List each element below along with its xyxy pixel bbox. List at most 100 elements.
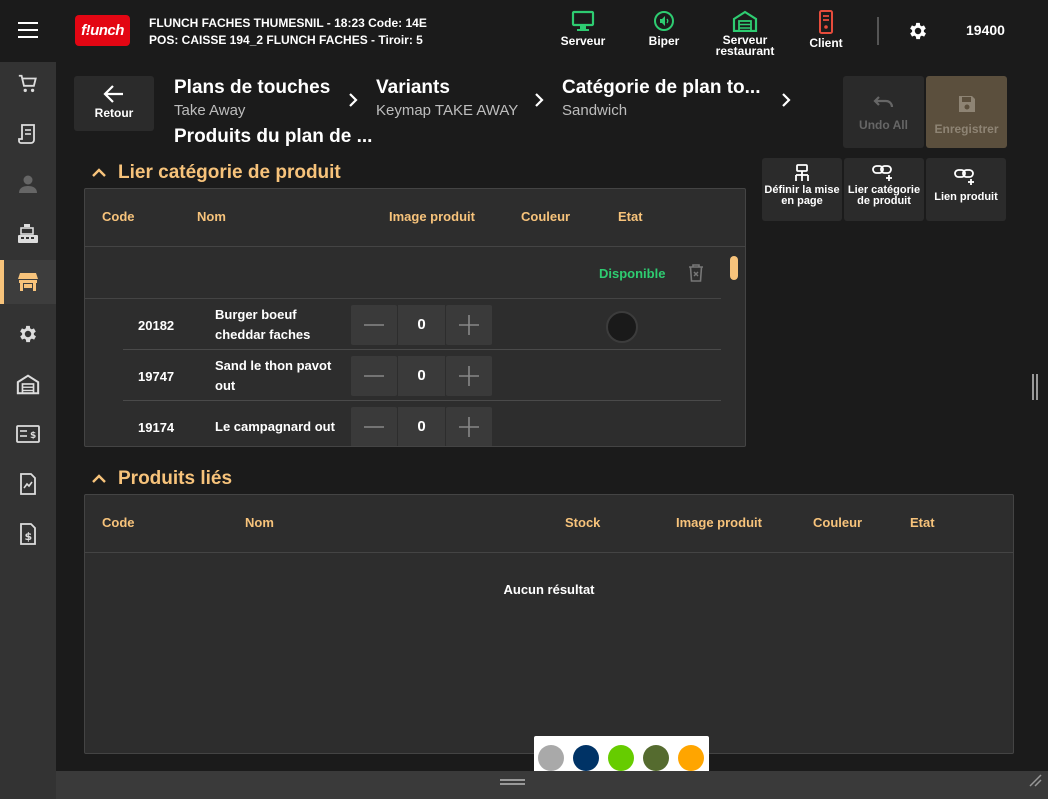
cash-register-icon — [18, 224, 38, 243]
plus-icon — [459, 315, 479, 335]
decrement-button[interactable] — [351, 356, 397, 396]
sidebar-item-warehouse[interactable] — [0, 362, 56, 406]
breadcrumb-title: Variants — [376, 77, 450, 98]
row-code: 19174 — [138, 420, 175, 435]
bottom-resize-handle[interactable] — [500, 779, 525, 785]
biper-label: Biper — [648, 34, 680, 48]
corner-resize-icon[interactable] — [1028, 773, 1042, 787]
sidebar: $ $ — [0, 62, 56, 799]
trash-icon[interactable] — [687, 263, 705, 283]
define-layout-button[interactable]: Définir la mise en page — [762, 158, 842, 221]
col-stock[interactable]: Stock — [565, 515, 600, 530]
quantity-stepper: 0 — [351, 356, 492, 396]
sidebar-item-receipt[interactable] — [0, 112, 56, 156]
col-couleur[interactable]: Couleur — [521, 209, 570, 224]
warehouse-icon — [732, 10, 758, 32]
scrollbar-thumb[interactable] — [730, 256, 738, 280]
col-etat[interactable]: Etat — [618, 209, 643, 224]
chevron-up-icon — [92, 168, 106, 177]
flunch-logo: f!unch — [75, 15, 130, 46]
chevron-right-icon — [535, 93, 544, 107]
app-root: f!unch FLUNCH FACHES THUMESNIL - 18:23 C… — [0, 0, 1048, 799]
undo-all-label: Undo All — [859, 118, 908, 132]
serveur-button[interactable]: Serveur — [558, 10, 608, 47]
table-row[interactable]: 19747 Sand le thon pavot out 0 — [123, 350, 721, 401]
link-product-button[interactable]: Lien produit — [926, 158, 1006, 221]
col-nom[interactable]: Nom — [245, 515, 274, 530]
linked-products-table: Code Nom Stock Image produit Couleur Eta… — [84, 494, 1014, 754]
col-etat[interactable]: Etat — [910, 515, 935, 530]
side-resize-handle[interactable] — [1032, 374, 1038, 400]
quantity-value[interactable]: 0 — [398, 407, 445, 446]
col-code[interactable]: Code — [102, 515, 135, 530]
col-image-produit[interactable]: Image produit — [676, 515, 762, 530]
color-swatch-navy[interactable] — [573, 745, 599, 771]
sidebar-item-payment[interactable]: $ — [0, 412, 56, 456]
color-swatch[interactable] — [606, 311, 638, 343]
group-status-badge: Disponible — [599, 266, 666, 281]
breadcrumb-title: Catégorie de plan to... — [562, 77, 761, 98]
sidebar-item-invoice[interactable]: $ — [0, 512, 56, 556]
header-divider — [85, 552, 1013, 553]
table-row[interactable]: 19174 Le campagnard out 0 — [123, 401, 721, 446]
section-link-category-toggle[interactable]: Lier catégorie de produit — [92, 162, 341, 184]
color-swatch-lime[interactable] — [608, 745, 634, 771]
breadcrumb-subtitle: Take Away — [174, 102, 246, 119]
minus-icon — [364, 375, 384, 377]
undo-all-button[interactable]: Undo All — [843, 76, 924, 148]
client-button[interactable]: Client — [805, 10, 847, 49]
breadcrumb-subtitle: Sandwich — [562, 102, 628, 119]
user-code: 19400 — [966, 22, 1005, 38]
breadcrumb-title: Plans de touches — [174, 77, 331, 98]
quantity-stepper: 0 — [351, 407, 492, 446]
link-product-label: Lien produit — [934, 191, 998, 203]
menu-icon[interactable] — [18, 22, 38, 38]
section-title: Lier catégorie de produit — [118, 162, 341, 183]
chevron-right-icon — [782, 93, 791, 107]
decrement-button[interactable] — [351, 305, 397, 345]
increment-button[interactable] — [446, 407, 492, 446]
link-category-table: Code Nom Image produit Couleur Etat Disp… — [84, 188, 746, 447]
sidebar-item-settings[interactable] — [0, 312, 56, 356]
breadcrumb-plans-de-touches[interactable]: Plans de touches Take Away — [174, 77, 330, 119]
store-icon — [18, 273, 38, 291]
table-row[interactable]: 20182 Burger boeuf cheddar faches 0 — [123, 299, 721, 350]
arrow-left-icon — [103, 85, 123, 103]
back-button[interactable]: Retour — [74, 76, 154, 131]
col-couleur[interactable]: Couleur — [813, 515, 862, 530]
sidebar-item-cash-register[interactable] — [0, 212, 56, 256]
biper-button[interactable]: Biper — [643, 10, 685, 47]
color-swatch-orange[interactable] — [678, 745, 704, 771]
increment-button[interactable] — [446, 305, 492, 345]
section-linked-products-toggle[interactable]: Produits liés — [92, 468, 232, 490]
color-swatch-olive[interactable] — [643, 745, 669, 771]
col-image-produit[interactable]: Image produit — [389, 209, 475, 224]
empty-message: Aucun résultat — [503, 582, 595, 597]
color-swatch-gray[interactable] — [538, 745, 564, 771]
sidebar-item-store[interactable] — [0, 260, 56, 304]
link-category-button[interactable]: Lier catégorie de produit — [844, 158, 924, 221]
breadcrumb-variants[interactable]: Variants Keymap TAKE AWAY — [376, 77, 518, 119]
quantity-value[interactable]: 0 — [398, 305, 445, 345]
breadcrumb-produits-du-plan[interactable]: Produits du plan de ... — [174, 126, 372, 148]
save-button[interactable]: Enregistrer — [926, 76, 1007, 148]
col-code[interactable]: Code — [102, 209, 135, 224]
quantity-value[interactable]: 0 — [398, 356, 445, 396]
col-nom[interactable]: Nom — [197, 209, 226, 224]
bottom-bar — [56, 771, 1048, 799]
svg-text:$: $ — [30, 431, 36, 441]
decrement-button[interactable] — [351, 407, 397, 446]
plus-icon — [459, 366, 479, 386]
sidebar-item-report[interactable] — [0, 462, 56, 506]
sidebar-item-cart[interactable] — [0, 62, 56, 106]
breadcrumb-categorie[interactable]: Catégorie de plan to... Sandwich — [562, 77, 760, 119]
layout-tree-icon — [795, 164, 809, 181]
row-code: 19747 — [138, 369, 175, 384]
quantity-stepper: 0 — [351, 305, 492, 345]
sidebar-item-user[interactable] — [0, 162, 56, 206]
settings-gear-icon[interactable] — [907, 20, 929, 42]
increment-button[interactable] — [446, 356, 492, 396]
row-name: Le campagnard out — [215, 419, 335, 434]
serveur-restaurant-button[interactable]: Serveur restaurant — [712, 10, 778, 57]
payment-card-icon: $ — [16, 425, 40, 443]
